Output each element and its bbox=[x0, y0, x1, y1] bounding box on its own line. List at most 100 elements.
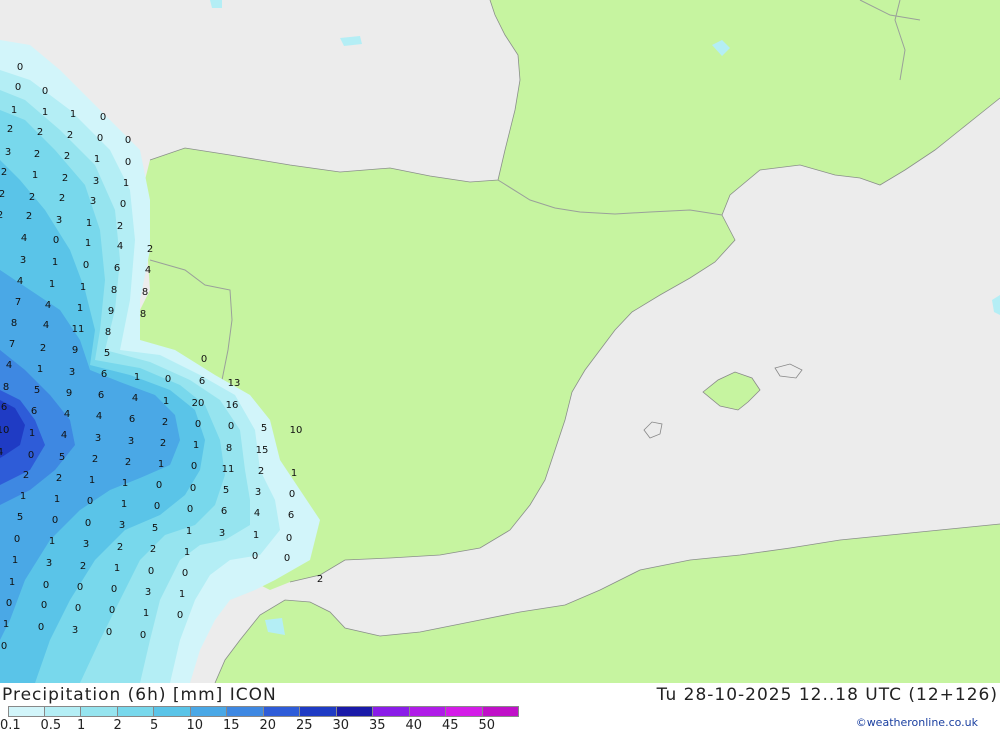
precip-amount-label: 2 bbox=[29, 192, 35, 203]
precip-amount-label: 1 bbox=[253, 530, 259, 541]
precip-amount-label: 4 bbox=[132, 393, 138, 404]
legend-swatch bbox=[81, 706, 118, 717]
precip-amount-label: 0 bbox=[83, 260, 89, 271]
precip-amount-label: 2 bbox=[80, 561, 86, 572]
precip-amount-label: 3 bbox=[145, 587, 151, 598]
precip-amount-label: 2 bbox=[1, 167, 7, 178]
precip-amount-label: 2 bbox=[34, 149, 40, 160]
precip-amount-label: 6 bbox=[221, 506, 227, 517]
precip-amount-label: 4 bbox=[61, 430, 67, 441]
precip-amount-label: 1 bbox=[37, 364, 43, 375]
precip-amount-label: 2 bbox=[40, 343, 46, 354]
precip-amount-label: 3 bbox=[83, 539, 89, 550]
precip-amount-label: 2 bbox=[23, 470, 29, 481]
precip-amount-label: 7 bbox=[9, 339, 15, 350]
precip-amount-label: 0 bbox=[125, 157, 131, 168]
precip-amount-label: 0 bbox=[17, 62, 23, 73]
precip-amount-label: 2 bbox=[125, 457, 131, 468]
precip-amount-label: 3 bbox=[219, 528, 225, 539]
precip-amount-label: 2 bbox=[0, 210, 3, 221]
legend-swatch bbox=[44, 706, 81, 717]
precip-amount-label: 0 bbox=[154, 501, 160, 512]
legend-label: 40 bbox=[405, 718, 423, 733]
precip-amount-label: 0 bbox=[156, 480, 162, 491]
precip-amount-label: 0 bbox=[201, 354, 207, 365]
precip-amount-label: 0 bbox=[38, 622, 44, 633]
precip-amount-label: 10 bbox=[0, 425, 9, 436]
precip-amount-label: 1 bbox=[85, 238, 91, 249]
precip-amount-label: 3 bbox=[93, 176, 99, 187]
precip-amount-label: 3 bbox=[72, 625, 78, 636]
precip-amount-label: 2 bbox=[150, 544, 156, 555]
precip-amount-label: 0 bbox=[165, 374, 171, 385]
precip-amount-label: 0 bbox=[106, 627, 112, 638]
precip-amount-label: 16 bbox=[226, 400, 239, 411]
precip-amount-label: 1 bbox=[32, 170, 38, 181]
credit-link[interactable]: ©weatheronline.co.uk bbox=[856, 716, 978, 729]
precip-amount-label: 8 bbox=[11, 318, 17, 329]
precip-amount-label: 0 bbox=[53, 235, 59, 246]
precip-amount-label: 1 bbox=[122, 478, 128, 489]
precip-amount-label: 11 bbox=[222, 464, 235, 475]
precip-amount-label: 1 bbox=[123, 178, 129, 189]
precip-amount-label: 5 bbox=[34, 385, 40, 396]
precip-amount-label: 0 bbox=[43, 580, 49, 591]
precip-amount-label: 1 bbox=[54, 494, 60, 505]
precip-amount-label: 5 bbox=[261, 423, 267, 434]
precip-amount-label: 6 bbox=[114, 263, 120, 274]
precip-amount-label: 4 bbox=[17, 276, 23, 287]
precip-amount-label: 2 bbox=[37, 127, 43, 138]
precip-amount-label: 6 bbox=[98, 390, 104, 401]
precip-amount-label: 1 bbox=[49, 536, 55, 547]
precip-amount-label: 4 bbox=[64, 409, 70, 420]
precip-amount-label: 9 bbox=[72, 345, 78, 356]
precip-amount-label: 0 bbox=[284, 553, 290, 564]
precip-amount-label: 1 bbox=[186, 526, 192, 537]
precip-amount-label: 5 bbox=[104, 348, 110, 359]
precip-amount-label: 0 bbox=[125, 135, 131, 146]
precip-amount-label: 0 bbox=[190, 483, 196, 494]
legend-swatch bbox=[446, 706, 483, 717]
precip-amount-label: 3 bbox=[90, 196, 96, 207]
precip-amount-label: 0 bbox=[195, 419, 201, 430]
precip-amount-label: 8 bbox=[140, 309, 146, 320]
precip-amount-label: 1 bbox=[3, 619, 9, 630]
precip-amount-label: 0 bbox=[85, 518, 91, 529]
precip-amount-label: 1 bbox=[89, 475, 95, 486]
precip-amount-label: 2 bbox=[56, 473, 62, 484]
precip-amount-label: 0 bbox=[14, 534, 20, 545]
precip-amount-label: 1 bbox=[134, 372, 140, 383]
legend-label: 15 bbox=[223, 718, 240, 733]
precip-amount-label: 4 bbox=[45, 300, 51, 311]
precip-amount-label: 1 bbox=[52, 257, 58, 268]
precip-amount-label: 6 bbox=[101, 369, 107, 380]
precip-amount-label: 2 bbox=[258, 466, 264, 477]
precip-amount-label: 0 bbox=[77, 582, 83, 593]
precip-amount-label: 5 bbox=[152, 523, 158, 534]
legend-label: 50 bbox=[478, 718, 496, 733]
precip-amount-label: 8 bbox=[111, 285, 117, 296]
precip-amount-label: 4 bbox=[43, 320, 49, 331]
precip-amount-label: 1 bbox=[80, 282, 86, 293]
precip-amount-label: 0 bbox=[111, 584, 117, 595]
precip-amount-label: 8 bbox=[226, 443, 232, 454]
legend-label: 1 bbox=[77, 718, 86, 733]
precip-amount-label: 0 bbox=[182, 568, 188, 579]
legend-swatch bbox=[8, 706, 45, 717]
legend-swatch bbox=[154, 706, 191, 717]
legend-label: 35 bbox=[369, 718, 386, 733]
precip-amount-label: 1 bbox=[158, 459, 164, 470]
precip-amount-label: 6 bbox=[288, 510, 294, 521]
precip-amount-label: 1 bbox=[291, 468, 297, 479]
precip-amount-label: 4 bbox=[254, 508, 260, 519]
precip-amount-label: 0 bbox=[148, 566, 154, 577]
precip-amount-label: 1 bbox=[121, 499, 127, 510]
legend-label: 25 bbox=[296, 718, 313, 733]
precip-amount-label: 2 bbox=[92, 454, 98, 465]
precip-amount-label: 3 bbox=[255, 487, 261, 498]
legend-label: 10 bbox=[186, 718, 204, 733]
precip-amount-label: 9 bbox=[66, 388, 72, 399]
precip-amount-label: 5 bbox=[223, 485, 229, 496]
legend-swatch bbox=[373, 706, 410, 717]
precip-amount-label: 2 bbox=[7, 124, 13, 135]
